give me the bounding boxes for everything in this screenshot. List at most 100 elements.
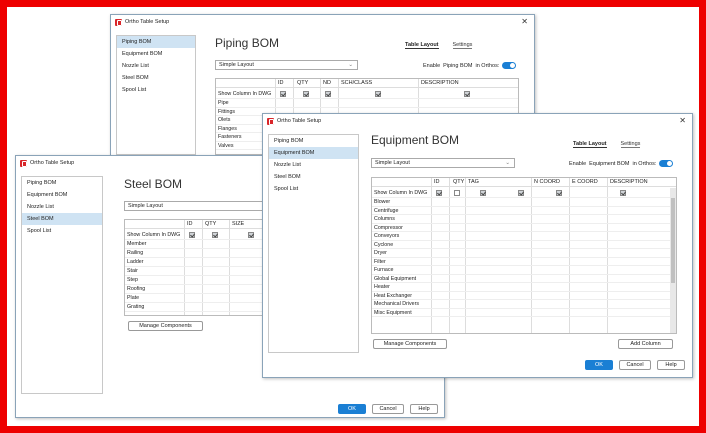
checkbox[interactable] xyxy=(212,232,218,238)
table-row: Cyclone xyxy=(372,241,670,249)
table-row: Grating xyxy=(125,303,265,312)
grid-header: ID QTY TAG N COORD E COORD DESCRIPTION xyxy=(372,178,676,187)
nav-piping-bom[interactable]: Piping BOM xyxy=(22,177,102,189)
window-title: Ortho Table Setup xyxy=(125,19,170,25)
row-label: Show Column In DWG xyxy=(374,190,428,196)
checkbox[interactable] xyxy=(518,190,524,196)
nav-equipment-bom[interactable]: Equipment BOM xyxy=(117,48,195,60)
tab-settings[interactable]: Settings xyxy=(620,141,641,148)
table-row: Furnace xyxy=(372,266,670,275)
manage-components-button[interactable]: Manage Components xyxy=(373,339,447,349)
title-bar: Ortho Table Setup ✕ xyxy=(111,15,534,29)
table-row: Stair xyxy=(125,267,265,276)
nav-steel-bom[interactable]: Steel BOM xyxy=(117,72,195,84)
table-row: Mechanical Drivers xyxy=(372,300,670,309)
checkbox[interactable] xyxy=(375,91,381,97)
tabs: Table Layout Settings xyxy=(405,42,473,49)
checkbox[interactable] xyxy=(189,232,195,238)
tab-table-layout[interactable]: Table Layout xyxy=(405,42,439,49)
enable-suffix: in Orthos: xyxy=(632,160,657,167)
manage-components-button[interactable]: Manage Components xyxy=(128,321,203,331)
nav-equipment-bom[interactable]: Equipment BOM xyxy=(22,189,102,201)
columns-grid: ID QTY TAG N COORD E COORD DESCRIPTION S… xyxy=(371,177,677,334)
checkbox[interactable] xyxy=(480,190,486,196)
checkbox[interactable] xyxy=(280,91,286,97)
table-row: Ladder xyxy=(125,258,265,267)
table-row: Plate xyxy=(125,294,265,303)
help-button[interactable]: Help xyxy=(410,404,438,414)
enable-toggle[interactable] xyxy=(502,62,517,69)
checkbox[interactable] xyxy=(454,190,460,196)
table-row: Filter xyxy=(372,258,670,266)
col-header: SCH/CLASS xyxy=(341,80,373,86)
nav-steel-bom[interactable]: Steel BOM xyxy=(269,171,358,183)
table-row: Step xyxy=(125,276,265,285)
col-header: E COORD xyxy=(572,179,598,185)
app-icon xyxy=(115,18,122,26)
enable-label: Enable xyxy=(423,62,441,69)
nav-list: Piping BOM Equipment BOM Nozzle List Ste… xyxy=(21,176,103,394)
app-icon xyxy=(267,117,274,125)
close-icon[interactable]: ✕ xyxy=(679,116,686,125)
page-title: Equipment BOM xyxy=(371,133,460,147)
ok-button[interactable]: OK xyxy=(585,360,613,370)
cancel-button[interactable]: Cancel xyxy=(619,360,651,370)
row-label: Show Column In DWG xyxy=(127,232,181,238)
table-row: Blower xyxy=(372,198,670,207)
window-title: Ortho Table Setup xyxy=(30,160,75,166)
enable-table-name: Piping BOM xyxy=(443,62,473,69)
show-column-row: Show Column In DWG xyxy=(372,189,670,198)
grid-header: ID QTY ND SCH/CLASS DESCRIPTION xyxy=(216,79,518,88)
tab-settings[interactable]: Settings xyxy=(452,42,473,49)
close-icon[interactable]: ✕ xyxy=(521,17,528,26)
checkbox[interactable] xyxy=(620,190,626,196)
checkbox[interactable] xyxy=(436,190,442,196)
col-header: TAG xyxy=(468,179,479,185)
nav-nozzle-list[interactable]: Nozzle List xyxy=(117,60,195,72)
checkbox[interactable] xyxy=(556,190,562,196)
nav-nozzle-list[interactable]: Nozzle List xyxy=(22,201,102,213)
vertical-scrollbar[interactable] xyxy=(670,188,676,333)
col-header: N COORD xyxy=(534,179,560,185)
table-row: Global Equipment xyxy=(372,275,670,283)
title-bar: Ortho Table Setup ✕ xyxy=(263,114,692,128)
tabs: Table Layout Settings xyxy=(573,141,641,148)
layout-value: Simple Layout xyxy=(375,160,410,166)
help-button[interactable]: Help xyxy=(657,360,685,370)
checkbox[interactable] xyxy=(248,232,254,238)
nav-spool-list[interactable]: Spool List xyxy=(117,84,195,96)
col-header: QTY xyxy=(453,179,465,185)
scrollbar-thumb[interactable] xyxy=(671,198,675,283)
table-row: Pipe xyxy=(216,99,518,108)
checkbox[interactable] xyxy=(464,91,470,97)
window-title: Ortho Table Setup xyxy=(277,118,322,124)
add-column-button[interactable]: Add Column xyxy=(618,339,673,349)
ok-button[interactable]: OK xyxy=(338,404,366,414)
show-column-row: Show Column In DWG xyxy=(125,231,265,240)
checkbox[interactable] xyxy=(303,91,309,97)
cancel-button[interactable]: Cancel xyxy=(372,404,404,414)
tab-table-layout[interactable]: Table Layout xyxy=(573,141,607,148)
enable-toggle[interactable] xyxy=(659,160,674,167)
nav-spool-list[interactable]: Spool List xyxy=(269,183,358,195)
nav-nozzle-list[interactable]: Nozzle List xyxy=(269,159,358,171)
layout-select[interactable]: Simple Layout xyxy=(124,201,266,211)
row-label: Show Column In DWG xyxy=(218,91,272,97)
layout-select[interactable]: Simple Layout ⌄ xyxy=(215,60,358,70)
layout-select[interactable]: Simple Layout ⌄ xyxy=(371,158,515,168)
col-header: DESCRIPTION xyxy=(421,80,459,86)
grid-header: ID QTY SIZE xyxy=(125,220,265,229)
nav-equipment-bom[interactable]: Equipment BOM xyxy=(269,147,358,159)
table-row: Conveyors xyxy=(372,232,670,241)
nav-spool-list[interactable]: Spool List xyxy=(22,225,102,237)
app-icon xyxy=(20,159,27,167)
chevron-down-icon: ⌄ xyxy=(348,62,353,68)
enable-row: Enable Piping BOM in Orthos: xyxy=(423,62,517,69)
equipment-window: Ortho Table Setup ✕ Piping BOM Equipment… xyxy=(262,113,693,378)
nav-piping-bom[interactable]: Piping BOM xyxy=(117,36,195,48)
nav-steel-bom[interactable]: Steel BOM xyxy=(22,213,102,225)
nav-piping-bom[interactable]: Piping BOM xyxy=(269,135,358,147)
page-title: Piping BOM xyxy=(215,36,280,50)
checkbox[interactable] xyxy=(325,91,331,97)
table-row: Heater xyxy=(372,283,670,292)
